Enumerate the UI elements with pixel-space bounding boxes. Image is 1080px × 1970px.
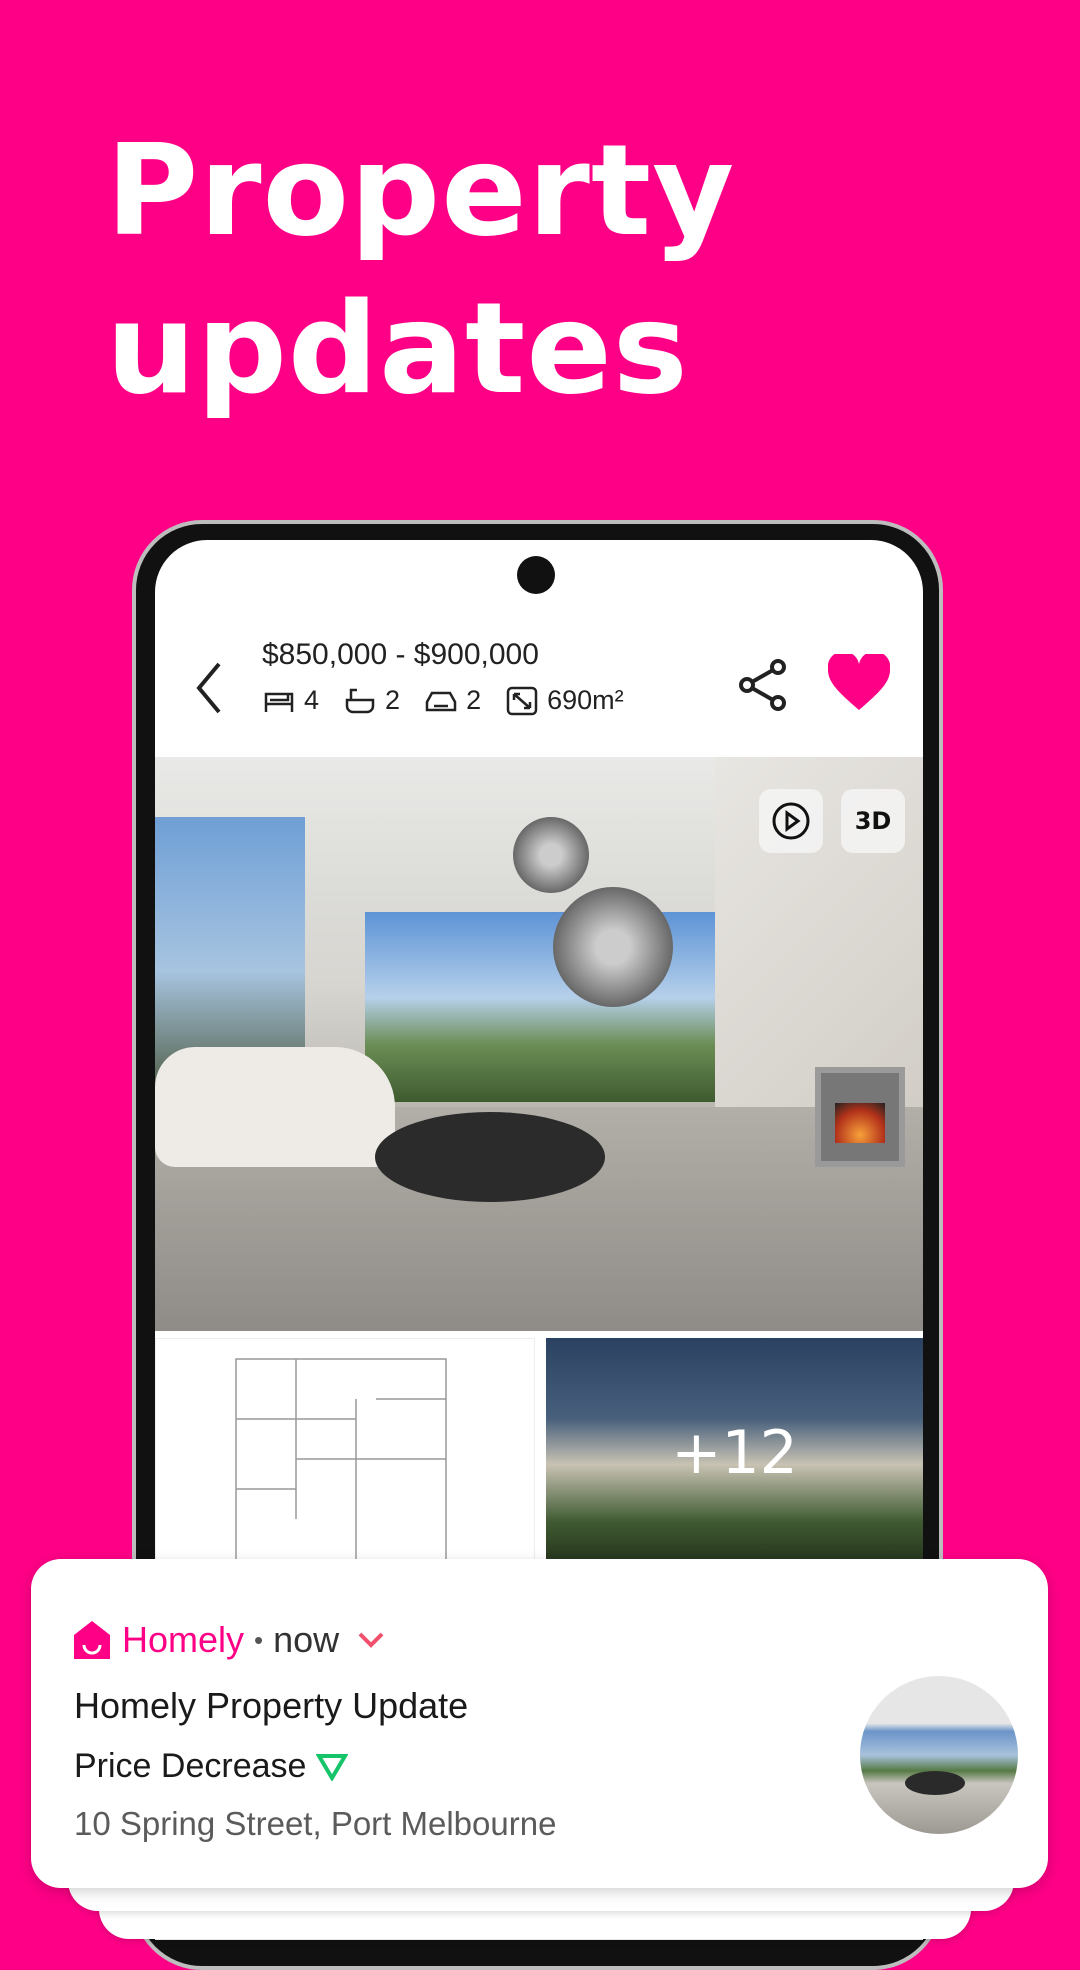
notification-app-row: Homely • now xyxy=(74,1619,385,1661)
share-icon[interactable] xyxy=(738,658,788,712)
main-listing-photo[interactable]: 3D xyxy=(155,757,923,1331)
spec-parking: 2 xyxy=(424,685,481,716)
separator-dot: • xyxy=(254,1624,264,1655)
property-specs: 4 2 2 690m² xyxy=(262,685,638,716)
expand-chevron-icon[interactable] xyxy=(357,1630,385,1650)
front-camera xyxy=(517,556,555,594)
spec-land-size: 690m² xyxy=(505,685,624,716)
hero-heading: Property updates xyxy=(106,112,735,428)
hero-line-2: updates xyxy=(106,275,689,422)
more-photos-count: +12 xyxy=(671,1418,798,1488)
spec-bedrooms: 4 xyxy=(262,685,319,716)
photo-window-garden xyxy=(365,912,735,1102)
homely-logo-icon xyxy=(74,1621,110,1659)
3d-tour-button[interactable]: 3D xyxy=(841,789,905,853)
car-icon xyxy=(425,691,457,711)
notification-thumbnail xyxy=(860,1676,1018,1834)
photo-fireplace xyxy=(815,1067,905,1167)
price-decrease-triangle-icon xyxy=(316,1753,349,1781)
bed-icon xyxy=(264,692,294,712)
play-icon xyxy=(772,802,810,840)
photo-ottoman xyxy=(375,1112,605,1202)
notification-subtitle: Price Decrease xyxy=(74,1747,349,1786)
floorplan-drawing xyxy=(235,1358,447,1570)
notification-time: now xyxy=(273,1619,340,1660)
land-size-icon xyxy=(506,686,538,715)
floorplan-thumbnail[interactable] xyxy=(155,1338,535,1570)
photo-pendant-light xyxy=(553,887,673,1007)
bath-icon xyxy=(345,688,375,713)
push-notification[interactable]: Homely • now Homely Property Update Pric… xyxy=(31,1559,1048,1888)
spec-bathrooms: 2 xyxy=(343,685,400,716)
favorite-heart-icon[interactable] xyxy=(828,654,890,712)
price-range: $850,000 - $900,000 xyxy=(262,638,539,671)
photo-pendant-light xyxy=(513,817,589,893)
photo-sofa xyxy=(155,1047,395,1167)
hero-line-1: Property xyxy=(106,117,736,264)
app-name: Homely xyxy=(122,1619,245,1660)
more-photos-thumbnail[interactable]: +12 xyxy=(546,1338,923,1568)
back-icon[interactable] xyxy=(189,658,233,718)
video-button[interactable] xyxy=(759,789,823,853)
notification-title: Homely Property Update xyxy=(74,1685,469,1726)
notification-address: 10 Spring Street, Port Melbourne xyxy=(74,1805,557,1842)
